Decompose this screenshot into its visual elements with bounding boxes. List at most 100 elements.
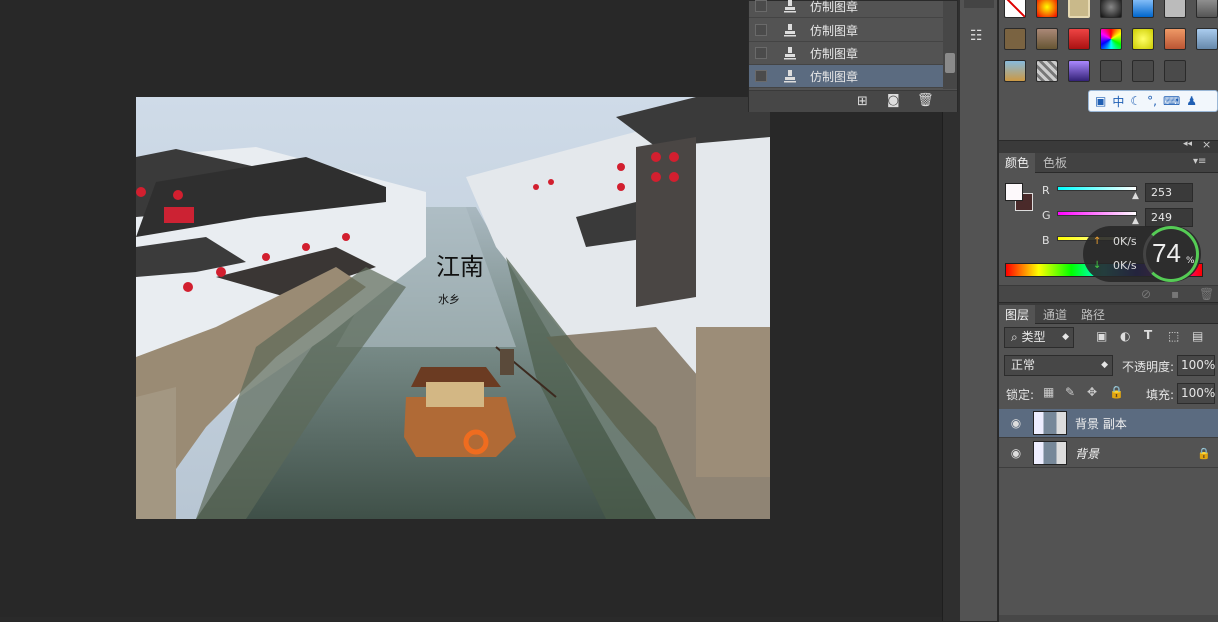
style-swatch[interactable] (1068, 60, 1090, 82)
style-swatch[interactable] (1036, 0, 1058, 18)
history-item[interactable]: 仿制图章 (749, 0, 943, 18)
clone-stamp-icon (781, 21, 799, 39)
style-swatch[interactable] (1164, 0, 1186, 18)
history-item-label: 仿制图章 (810, 23, 859, 38)
history-snapshot-checkbox[interactable] (755, 24, 767, 36)
style-swatch[interactable] (1132, 28, 1154, 50)
history-snapshot-checkbox[interactable] (755, 0, 767, 12)
upload-arrow-icon: ↑ (1093, 236, 1102, 247)
tab-color[interactable]: 颜色 (999, 153, 1036, 173)
lock-move-icon[interactable]: ✥ (1087, 385, 1097, 399)
blend-mode-label: 正常 (1011, 358, 1036, 372)
foreground-color-swatch[interactable] (1005, 183, 1023, 201)
r-slider[interactable] (1057, 186, 1137, 191)
color-panel-footer: ⊘ ▪ 🗑 (999, 285, 1218, 303)
tab-swatches[interactable]: 色板 (1037, 153, 1073, 173)
clone-stamp-icon (781, 0, 799, 15)
trash-icon[interactable]: 🗑 (917, 93, 934, 108)
style-swatch[interactable] (1196, 0, 1218, 18)
ime-moon-icon[interactable]: ☾ (1130, 94, 1141, 108)
history-item-selected[interactable]: 仿制图章 (749, 65, 943, 88)
eye-icon[interactable]: ◉ (1007, 416, 1025, 430)
layer-row[interactable]: ◉ 背景 🔒 (999, 439, 1218, 468)
ime-user-icon[interactable]: ♟ (1186, 94, 1197, 108)
style-swatch[interactable] (1196, 28, 1218, 50)
upload-speed: 0K/s (1113, 235, 1137, 248)
tab-paths[interactable]: 路径 (1075, 305, 1111, 325)
layer-filter-label: 类型 (1021, 330, 1046, 344)
filter-smart-object-icon[interactable]: ▤ (1192, 329, 1203, 343)
layer-name[interactable]: 背景 副本 (1075, 415, 1127, 432)
ime-mode-label[interactable]: 中 (1112, 93, 1124, 110)
ime-toolbar[interactable]: ▣ 中 ☾ °, ⌨ ♟ (1088, 90, 1218, 112)
layers-panel: 图层 通道 路径 ⌕ 类型 ◆ ▣ ◐ T ⬚ ▤ 正常 ◆ 不透明度: 100… (999, 302, 1218, 622)
usage-percent-unit: % (1186, 256, 1195, 266)
fill-input[interactable]: 100% (1177, 383, 1215, 404)
style-swatch[interactable] (1068, 28, 1090, 50)
g-value[interactable]: 249 (1145, 208, 1193, 227)
panel-header: ◂◂ × (999, 138, 1218, 153)
history-scrollbar[interactable] (943, 1, 957, 89)
style-swatch[interactable] (1100, 0, 1122, 18)
style-swatch[interactable] (1036, 28, 1058, 50)
filter-adjustment-icon[interactable]: ◐ (1120, 329, 1130, 343)
document-image[interactable]: 江南 水乡 (136, 97, 770, 519)
style-none-icon[interactable] (1004, 0, 1026, 18)
no-entry-icon: ⊘ (1141, 287, 1152, 301)
history-item[interactable]: 仿制图章 (749, 19, 943, 42)
layer-thumbnail (1033, 441, 1067, 465)
history-snapshot-checkbox[interactable] (755, 47, 767, 59)
panel-menu-icon[interactable]: ▾≡ (1193, 156, 1206, 167)
style-swatch[interactable] (1004, 28, 1026, 50)
usage-percent: 74 (1152, 238, 1181, 268)
layer-row[interactable]: ◉ 背景 副本 (999, 409, 1218, 438)
close-icon[interactable]: × (1202, 138, 1211, 151)
eye-icon[interactable]: ◉ (1007, 446, 1025, 460)
filter-type-icon[interactable]: T (1144, 328, 1152, 342)
style-swatch[interactable] (1164, 28, 1186, 50)
network-speed-widget[interactable]: ↑ 0K/s ↓ 0K/s 74 % (1083, 226, 1201, 282)
r-slider-thumb-icon[interactable]: ▲ (1132, 191, 1139, 201)
style-swatch[interactable] (1164, 60, 1186, 82)
g-label: G (1042, 209, 1051, 222)
download-arrow-icon: ↓ (1093, 260, 1102, 271)
style-swatch[interactable] (1004, 60, 1026, 82)
camera-icon[interactable]: ◙ (887, 93, 900, 108)
lock-brush-icon[interactable]: ✎ (1065, 385, 1075, 399)
lock-transparent-icon[interactable]: ▦ (1043, 385, 1054, 399)
filter-shape-icon[interactable]: ⬚ (1168, 329, 1179, 343)
style-swatch[interactable] (1100, 60, 1122, 82)
blend-mode-select[interactable]: 正常 ◆ (1004, 355, 1113, 376)
r-value[interactable]: 253 (1145, 183, 1193, 202)
history-snapshot-checkbox[interactable] (755, 70, 767, 82)
collapse-icon[interactable]: ◂◂ (1183, 139, 1192, 149)
filter-pixel-icon[interactable]: ▣ (1096, 329, 1107, 343)
fill-label: 填充: (1146, 388, 1175, 402)
ime-keyboard-icon[interactable]: ⌨ (1163, 94, 1180, 108)
tab-layers[interactable]: 图层 (999, 305, 1036, 325)
layers-panel-tabs: 图层 通道 路径 (999, 305, 1218, 325)
g-slider[interactable] (1057, 211, 1137, 216)
style-swatch[interactable] (1132, 60, 1154, 82)
style-swatch[interactable] (1132, 0, 1154, 18)
layer-filter-select[interactable]: ⌕ 类型 ◆ (1004, 327, 1074, 348)
calligraphy-main: 江南 (436, 253, 484, 281)
history-item[interactable]: 仿制图章 (749, 42, 943, 65)
style-swatch[interactable] (1068, 0, 1090, 18)
tab-channels[interactable]: 通道 (1037, 305, 1073, 325)
style-swatch[interactable] (1100, 28, 1122, 50)
g-slider-thumb-icon[interactable]: ▲ (1132, 216, 1139, 226)
layer-name[interactable]: 背景 (1075, 445, 1099, 462)
opacity-input[interactable]: 100% (1177, 355, 1215, 376)
b-label: B (1042, 234, 1050, 247)
ime-punct-icon[interactable]: °, (1147, 94, 1157, 108)
new-document-from-state-icon[interactable]: ⊞ (857, 94, 868, 109)
style-swatch[interactable] (1036, 60, 1058, 82)
history-panel-icon[interactable]: ☷ (970, 28, 983, 44)
stepper-icon: ◆ (1062, 332, 1069, 342)
canvas-bottom-edge (0, 617, 942, 621)
history-scroll-thumb[interactable] (945, 53, 955, 73)
ime-logo-icon[interactable]: ▣ (1095, 94, 1106, 108)
lock-all-icon[interactable]: 🔒 (1109, 385, 1124, 399)
history-panel: 仿制图章 仿制图章 仿制图章 仿制图章 ⊞ ◙ 🗑 (748, 0, 958, 112)
